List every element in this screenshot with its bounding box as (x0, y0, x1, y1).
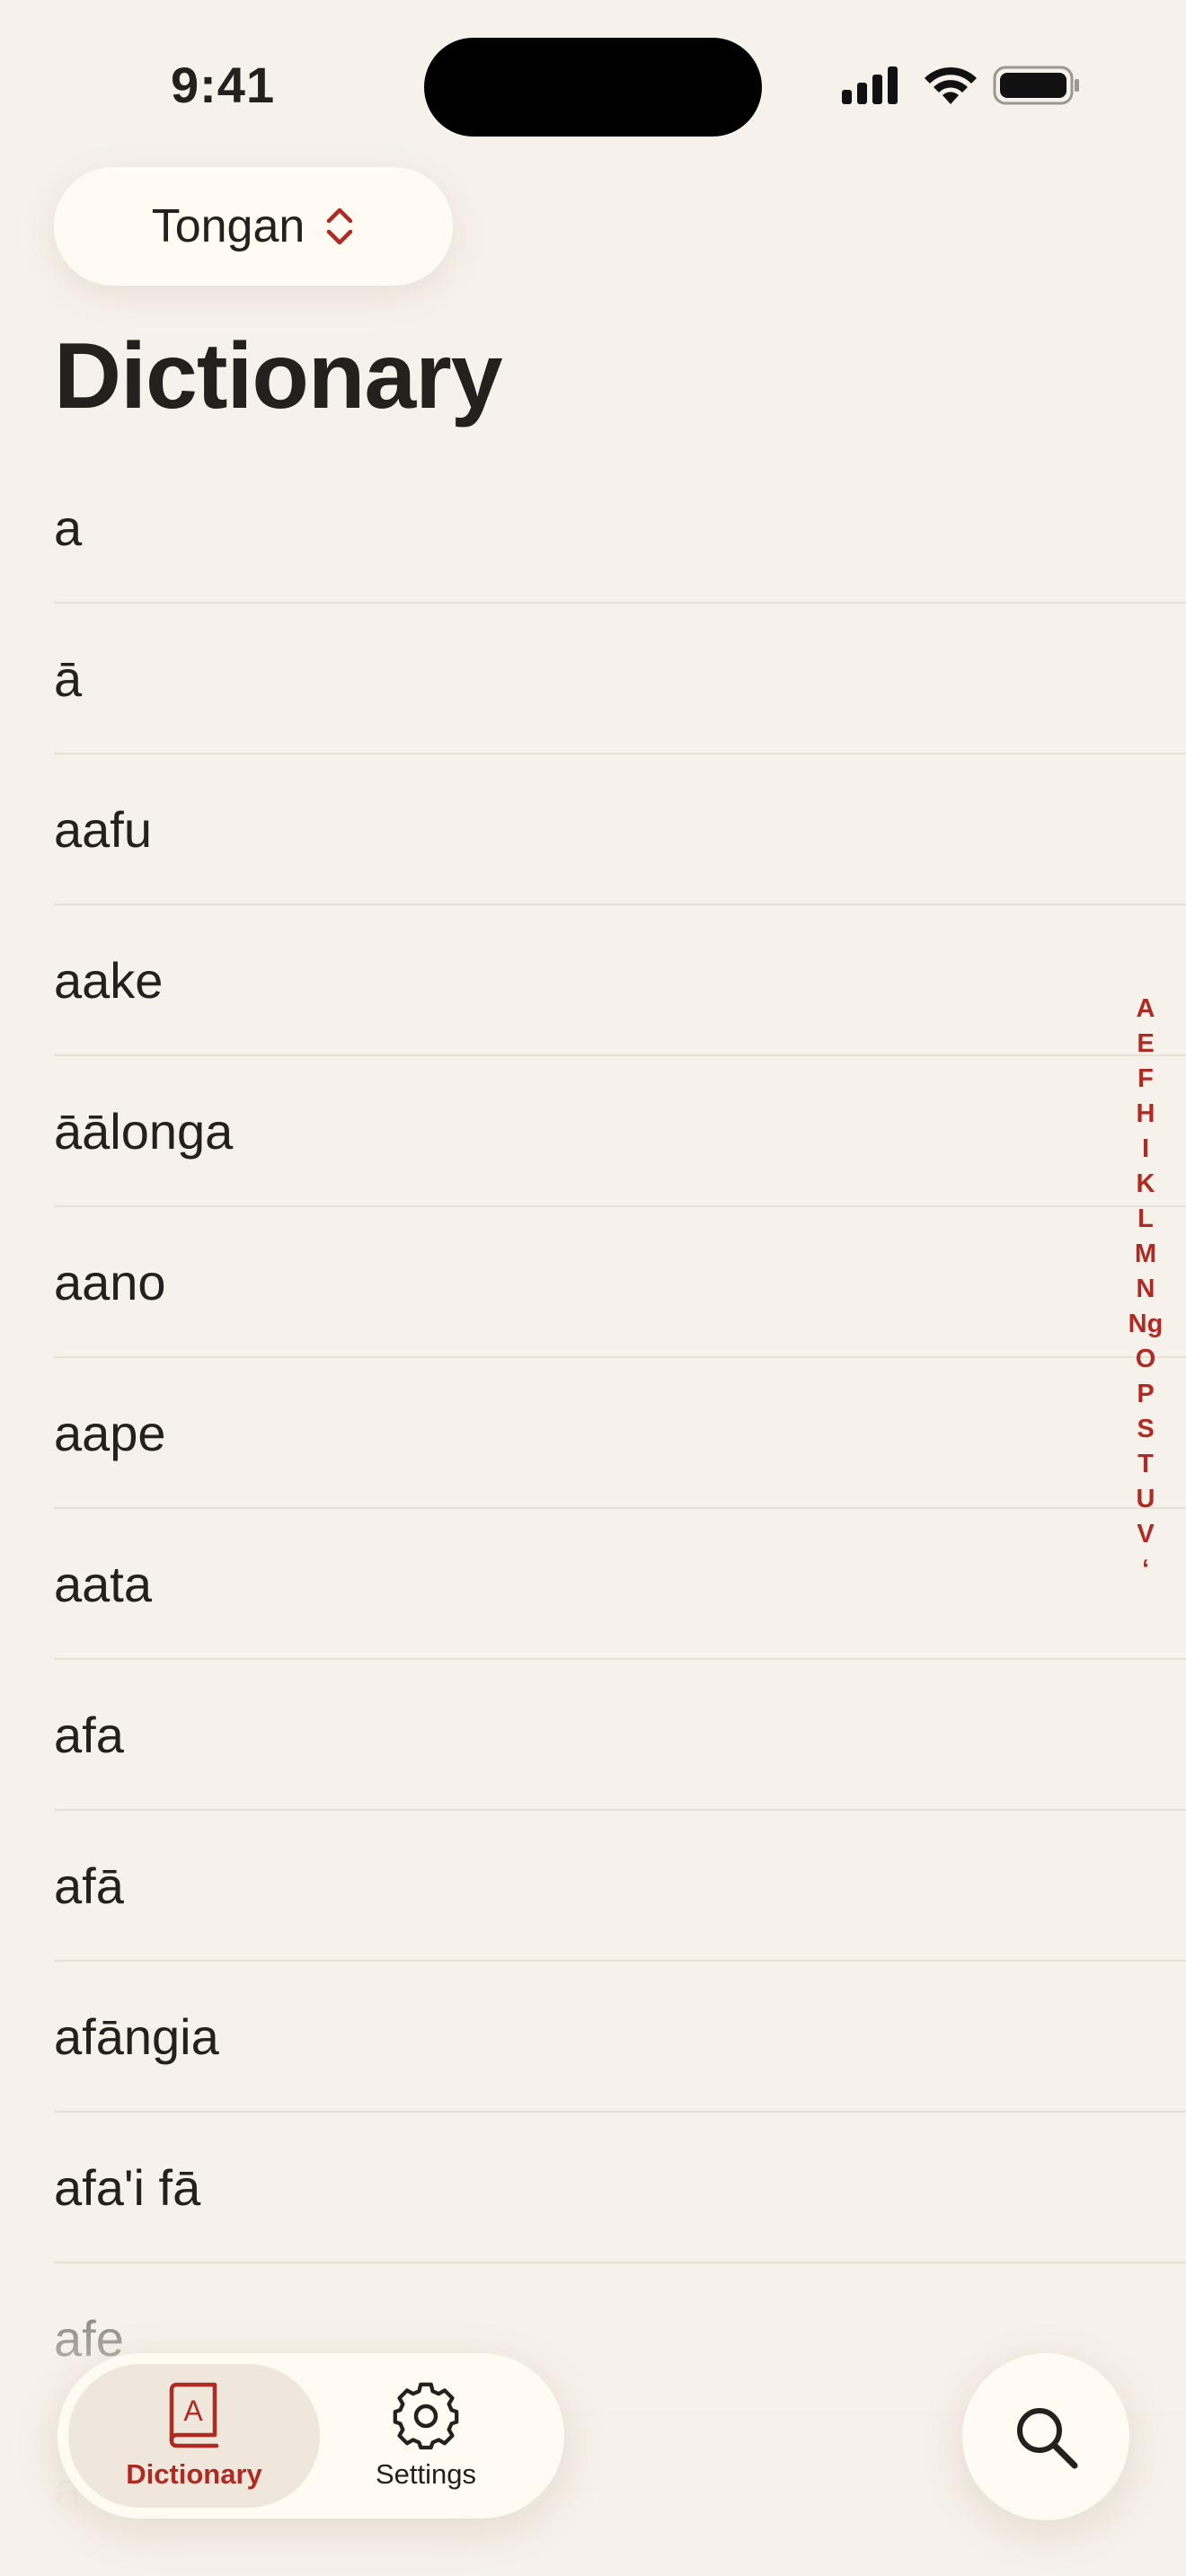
chevron-up-down-icon (327, 207, 353, 245)
index-letter-glottal[interactable]: ʻ (1142, 1552, 1149, 1587)
dynamic-island (424, 38, 762, 137)
index-letter-i[interactable]: I (1142, 1132, 1149, 1167)
index-letter-s[interactable]: S (1137, 1412, 1154, 1447)
search-icon (1017, 2408, 1078, 2469)
search-button[interactable] (962, 2353, 1129, 2520)
tab-dictionary[interactable]: A Dictionary (68, 2364, 320, 2508)
list-item[interactable]: afa (54, 1660, 1186, 1811)
index-letter-m[interactable]: M (1135, 1237, 1156, 1272)
language-picker[interactable]: Tongan (54, 167, 453, 286)
section-index[interactable]: A E F H I K L M N Ng O P S T U V ʻ (1114, 992, 1177, 1587)
battery-icon (993, 66, 1079, 105)
list-item[interactable]: afā (54, 1811, 1186, 1962)
list-item[interactable]: aafu (54, 754, 1186, 905)
tab-dictionary-label: Dictionary (126, 2458, 262, 2490)
list-item[interactable]: afāngia (54, 1962, 1186, 2113)
index-letter-k[interactable]: K (1137, 1167, 1155, 1202)
index-letter-a[interactable]: A (1137, 992, 1155, 1027)
list-item[interactable]: afa'i fā (54, 2113, 1186, 2263)
language-label: Tongan (151, 200, 305, 252)
tab-settings[interactable]: Settings (300, 2364, 552, 2508)
list-item[interactable]: aape (54, 1358, 1186, 1509)
dictionary-book-icon: A (169, 2382, 219, 2448)
index-letter-f[interactable]: F (1137, 1062, 1154, 1097)
list-item[interactable]: ā (54, 604, 1186, 754)
status-icons (840, 65, 1083, 110)
index-letter-e[interactable]: E (1137, 1027, 1154, 1062)
list-item[interactable]: a (54, 453, 1186, 604)
wifi-icon (925, 66, 977, 104)
list-item[interactable]: aake (54, 905, 1186, 1056)
index-letter-o[interactable]: O (1136, 1342, 1156, 1377)
word-list: a ā aafu aake āālonga aano aape aata afa… (54, 453, 1186, 2565)
index-letter-v[interactable]: V (1137, 1517, 1154, 1552)
list-item[interactable]: āālonga (54, 1056, 1186, 1207)
page-title: Dictionary (54, 324, 503, 428)
status-time: 9:41 (171, 57, 276, 113)
index-letter-u[interactable]: U (1137, 1482, 1155, 1517)
svg-text:A: A (183, 2395, 203, 2427)
index-letter-ng[interactable]: Ng (1128, 1307, 1164, 1342)
tab-settings-label: Settings (375, 2458, 476, 2490)
list-item[interactable]: aano (54, 1207, 1186, 1358)
tab-bar: A Dictionary Settings (58, 2353, 564, 2519)
list-item[interactable]: aata (54, 1509, 1186, 1660)
index-letter-p[interactable]: P (1137, 1377, 1154, 1412)
index-letter-l[interactable]: L (1137, 1202, 1154, 1237)
gear-icon (393, 2382, 459, 2450)
index-letter-n[interactable]: N (1137, 1272, 1155, 1307)
status-bar: 9:41 (0, 0, 1186, 162)
index-letter-t[interactable]: T (1137, 1447, 1154, 1482)
index-letter-h[interactable]: H (1137, 1097, 1155, 1132)
cellular-signal-icon (842, 66, 898, 104)
